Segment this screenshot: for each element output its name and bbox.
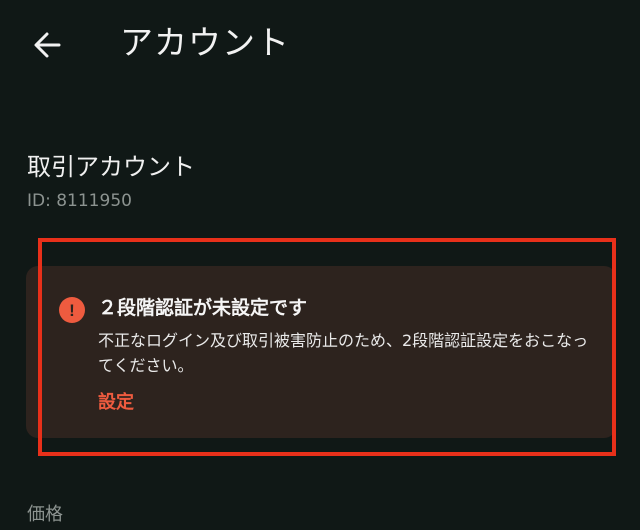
highlight-box xyxy=(38,238,616,456)
page-title: アカウント xyxy=(120,23,290,62)
account-heading: 取引アカウント xyxy=(27,153,195,181)
account-id: ID: 8111950 xyxy=(27,191,132,211)
price-section-label: 価格 xyxy=(27,504,63,525)
back-button[interactable] xyxy=(28,26,66,64)
arrow-left-icon xyxy=(34,32,61,58)
top-bar: アカウント xyxy=(0,0,640,90)
